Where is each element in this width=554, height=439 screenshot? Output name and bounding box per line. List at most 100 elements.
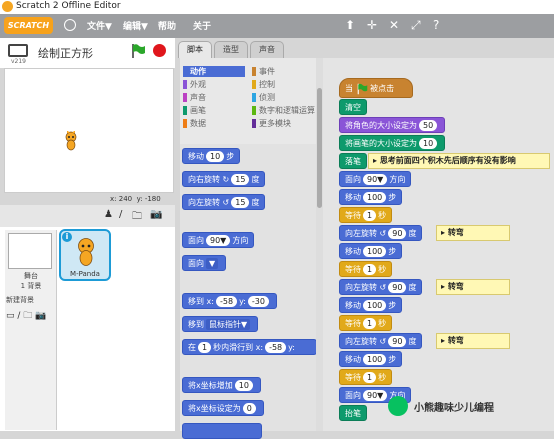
category-data[interactable]: 数据 [183, 118, 245, 129]
comment-note[interactable]: ▸ 思考前面四个积木先后顺序有没有影响 [368, 153, 550, 169]
sprite-tile[interactable]: i M-Panda [59, 229, 111, 281]
version-label: v219 [11, 58, 27, 65]
sprite-info-icon[interactable]: i [62, 232, 72, 242]
block-turn-left[interactable]: 向左旋转 ↺ 90 度 [339, 333, 423, 349]
camera-sprite-icon[interactable]: 📷 [150, 209, 162, 220]
block-move-steps[interactable]: 移动 100 步 [339, 351, 403, 367]
stage-size-toggle-icon[interactable] [8, 44, 28, 57]
block-glide[interactable]: 在 1 秒内滑行到 x: -58 y: [182, 339, 317, 355]
block-set-x[interactable]: 将x坐标设定为 0 [182, 400, 264, 416]
duplicate-tool-icon[interactable]: ⬆ [345, 18, 355, 32]
block-turn-left[interactable]: 向左旋转 ↺ 90 度 [339, 279, 423, 295]
comment-note[interactable]: ▸ 转弯 [436, 279, 510, 295]
upload-sprite-icon[interactable]: 🗀 [132, 209, 142, 226]
palette-blocks-area: 移动 10 步 向右旋转 ↻ 15 度 向左旋转 ↺ 15 度 面向 90▼ 方向 面向 ▼ 移到… [180, 144, 319, 439]
tab-costumes[interactable]: 造型 [214, 41, 248, 58]
category-events[interactable]: 事件 [252, 66, 318, 77]
grow-tool-icon[interactable]: ⤢ [411, 18, 421, 33]
category-sound[interactable]: 声音 [183, 92, 245, 103]
category-looks[interactable]: 外观 [183, 79, 245, 90]
window-title: Scratch 2 Offline Editor [16, 1, 121, 11]
block-point-direction[interactable]: 面向90▼方向 [339, 171, 412, 187]
menu-edit[interactable]: 编辑▼ [123, 19, 148, 32]
block-clear[interactable]: 清空 [339, 99, 367, 115]
scratch-cat-icon [2, 1, 13, 12]
block-wait[interactable]: 等待 1 秒 [339, 369, 393, 385]
category-motion[interactable]: 动作 [183, 66, 245, 77]
category-swatch [183, 93, 187, 102]
help-tool-icon[interactable]: ? [433, 18, 439, 32]
category-pen[interactable]: 画笔 [183, 105, 245, 116]
block-move-steps[interactable]: 移动 100 步 [339, 243, 403, 259]
block-turn-left[interactable]: 向左旋转 ↺ 90 度 [339, 225, 423, 241]
block-point-direction[interactable]: 面向90▼方向 [182, 232, 255, 248]
block-wait[interactable]: 等待 1 秒 [339, 315, 393, 331]
category-swatch [252, 106, 256, 115]
upload-backdrop-icon[interactable]: 🗀 [23, 311, 32, 321]
block-change-x[interactable]: 将x坐标增加 10 [182, 377, 261, 393]
block-goto-xy[interactable]: 移到 x: -58 y: -30 [182, 293, 277, 309]
scrollbar-thumb[interactable] [317, 88, 322, 208]
sprite-name: M-Panda [70, 270, 100, 278]
block-wait[interactable]: 等待 1 秒 [339, 207, 393, 223]
stage-backdrop-count: 1 背景 [20, 282, 42, 290]
cut-tool-icon[interactable]: ✛ [367, 18, 377, 32]
choose-sprite-icon[interactable]: ♟ [104, 209, 113, 220]
editor-tabs: 脚本 造型 声音 [175, 38, 554, 58]
palette-scrollbar[interactable] [316, 58, 323, 431]
stage-canvas[interactable] [4, 68, 174, 193]
paint-backdrop-icon[interactable]: / [17, 311, 20, 321]
comment-note[interactable]: ▸ 转弯 [436, 225, 510, 241]
paint-sprite-icon[interactable]: / [119, 209, 122, 220]
block-move-steps[interactable]: 移动 10 步 [182, 148, 241, 164]
category-operators[interactable]: 数字和逻辑运算 [252, 105, 318, 116]
comment-note[interactable]: ▸ 转弯 [436, 333, 510, 349]
rotate-cw-icon: ↻ [222, 175, 230, 184]
menu-file[interactable]: 文件▼ [87, 19, 112, 32]
rotate-ccw-icon: ↺ [379, 229, 387, 238]
block-set-size[interactable]: 将角色的大小设定为 50 [339, 117, 446, 133]
block-partial[interactable] [182, 423, 262, 439]
mouse-coordinates: x: 240 y: -180 [110, 195, 161, 203]
sprite-cat-icon[interactable] [64, 131, 78, 151]
watermark-text: 小熊趣味少儿编程 [414, 403, 494, 414]
block-turn-right[interactable]: 向右旋转 ↻ 15 度 [182, 171, 266, 187]
category-control[interactable]: 控制 [252, 79, 318, 90]
block-goto-target[interactable]: 移到 鼠标指针▼ [182, 316, 259, 332]
block-pen-down[interactable]: 落笔 [339, 153, 367, 169]
choose-backdrop-icon[interactable]: ▭ [6, 311, 15, 321]
block-pen-up[interactable]: 抬笔 [339, 405, 367, 421]
category-sensing[interactable]: 侦测 [252, 92, 318, 103]
new-sprite-bar: ♟ / 🗀 📷 [0, 205, 175, 227]
tab-sounds[interactable]: 声音 [250, 41, 284, 58]
stage-thumbnail[interactable]: 舞台 1 背景 [5, 230, 57, 430]
camera-backdrop-icon[interactable]: 📷 [35, 311, 46, 321]
green-flag-icon [357, 83, 367, 94]
language-globe-icon[interactable] [64, 19, 76, 31]
block-when-flag-clicked[interactable]: 当 被点击 [339, 78, 413, 98]
menu-about[interactable]: 关于 [193, 19, 211, 32]
scripts-area[interactable]: 当 被点击 清空 将角色的大小设定为 50 将画笔的大小设定为 10 落笔 ▸ 思考… [323, 58, 554, 431]
menu-help[interactable]: 帮助 [158, 19, 176, 32]
category-swatch [183, 106, 187, 115]
stop-icon[interactable] [153, 44, 166, 57]
tab-scripts[interactable]: 脚本 [178, 41, 212, 58]
project-name[interactable]: 绘制正方形 [38, 45, 93, 61]
category-swatch [252, 67, 256, 76]
block-palette: 动作 外观 声音 画笔 数据 事件 控制 侦测 数字和逻辑运算 更多模块 移动 1… [180, 58, 319, 439]
new-backdrop-icons: ▭ / 🗀 📷 [6, 308, 46, 324]
green-flag-icon[interactable] [130, 43, 146, 59]
block-turn-left[interactable]: 向左旋转 ↺ 15 度 [182, 194, 266, 210]
rotate-ccw-icon: ↺ [379, 337, 387, 346]
category-more-blocks[interactable]: 更多模块 [252, 118, 318, 129]
block-set-pen-size[interactable]: 将画笔的大小设定为 10 [339, 135, 446, 151]
rotate-ccw-icon: ↺ [222, 198, 230, 207]
block-move-steps[interactable]: 移动 100 步 [339, 189, 403, 205]
scratch-logo[interactable]: SCRATCH [4, 17, 53, 34]
new-backdrop-label: 新建背景 [6, 296, 34, 304]
block-point-towards[interactable]: 面向 ▼ [182, 255, 227, 271]
block-wait[interactable]: 等待 1 秒 [339, 261, 393, 277]
delete-tool-icon[interactable]: ✕ [389, 18, 399, 32]
category-swatch [183, 67, 187, 76]
block-move-steps[interactable]: 移动 100 步 [339, 297, 403, 313]
